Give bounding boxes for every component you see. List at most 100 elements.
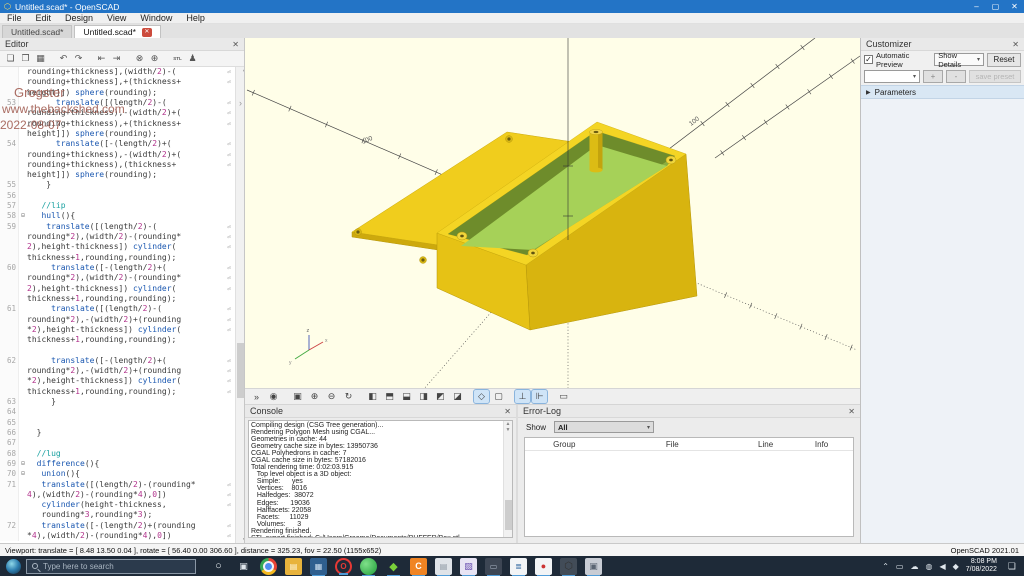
tray-display-icon[interactable]: ▭: [896, 562, 904, 571]
green-drop-app-icon[interactable]: ◆: [385, 558, 402, 575]
console-panel-title: Console: [250, 406, 283, 416]
print-icon[interactable]: ♟: [185, 52, 200, 65]
menu-file[interactable]: File: [0, 13, 29, 23]
calculator-icon[interactable]: ▦: [310, 558, 327, 575]
preview-icon[interactable]: »: [249, 390, 264, 403]
view-left-icon[interactable]: ◨: [416, 390, 431, 403]
preview-icon[interactable]: ⊗: [132, 52, 147, 65]
unindent-icon[interactable]: ⇤: [94, 52, 109, 65]
task-view-button[interactable]: ▣: [235, 558, 252, 575]
export-stl-icon[interactable]: STL: [170, 52, 185, 65]
tab-close-icon[interactable]: ✕: [142, 28, 152, 37]
add-preset-button[interactable]: +: [923, 70, 943, 83]
automatic-preview-checkbox[interactable]: ✓: [864, 55, 873, 64]
save-preset-button[interactable]: save preset: [969, 70, 1021, 83]
menu-view[interactable]: View: [100, 13, 133, 23]
tab-untitled-2[interactable]: Untitled.scad*✕: [74, 25, 160, 38]
splitter-collapse-icon[interactable]: ›: [239, 98, 242, 108]
view-all-icon[interactable]: ▭: [556, 390, 571, 403]
zoom-all-icon[interactable]: ▣: [290, 390, 305, 403]
fold-marker[interactable]: ⊟: [18, 211, 27, 221]
chrome-icon[interactable]: [260, 558, 277, 575]
chevron-down-icon: ▾: [977, 56, 980, 63]
show-axes-icon[interactable]: ⊥: [515, 390, 530, 403]
error-log-filter-select[interactable]: All ▾: [554, 421, 654, 433]
render-icon[interactable]: ⊕: [147, 52, 162, 65]
title-bar[interactable]: ⬡ Untitled.scad* - OpenSCAD – ▢ ✕: [0, 0, 1024, 13]
column-header-group[interactable]: Group: [525, 440, 604, 449]
zoom-out-icon[interactable]: ⊖: [324, 390, 339, 403]
console-scroll-thumb[interactable]: [505, 500, 512, 530]
taskbar-clock[interactable]: 8:08 PM 7/08/2022: [966, 558, 997, 574]
action-center-icon[interactable]: ❏: [1008, 561, 1016, 572]
reset-view-icon[interactable]: ↻: [341, 390, 356, 403]
tray-onedrive-icon[interactable]: ☁: [910, 562, 918, 571]
close-button[interactable]: ✕: [1005, 0, 1024, 13]
minimize-button[interactable]: –: [967, 0, 986, 13]
red-app-icon[interactable]: ●: [535, 558, 552, 575]
opera-icon[interactable]: O: [335, 558, 352, 575]
chip-app-icon[interactable]: ▣: [585, 558, 602, 575]
editor-scrollbar[interactable]: ▲ ▼: [235, 67, 244, 543]
tray-chevron-icon[interactable]: ⌃: [882, 562, 889, 571]
editor-scroll-thumb[interactable]: [237, 343, 244, 398]
view-top-icon[interactable]: ⬒: [382, 390, 397, 403]
menu-window[interactable]: Window: [133, 13, 179, 23]
code-editor[interactable]: Grogster www.thebackshed.com 2022-08-07 …: [0, 67, 244, 543]
redo-icon[interactable]: ↷: [71, 52, 86, 65]
view-front-icon[interactable]: ◩: [433, 390, 448, 403]
maximize-button[interactable]: ▢: [986, 0, 1005, 13]
view-right-icon[interactable]: ◧: [365, 390, 380, 403]
column-header-info[interactable]: Info: [790, 440, 853, 449]
reset-button[interactable]: Reset: [987, 53, 1021, 67]
save-icon[interactable]: ▦: [33, 52, 48, 65]
map-app-icon[interactable]: ▨: [460, 558, 477, 575]
new-file-icon[interactable]: ❏: [3, 52, 18, 65]
taskbar-search-input[interactable]: Type here to search: [26, 559, 196, 574]
undo-icon[interactable]: ↶: [56, 52, 71, 65]
preset-select[interactable]: ▾: [864, 70, 920, 83]
tab-untitled-1[interactable]: Untitled.scad*: [2, 25, 72, 38]
column-header-file[interactable]: File: [604, 440, 741, 449]
view-center-icon[interactable]: ▢: [491, 390, 506, 403]
console-scrollbar[interactable]: ▲ ▼: [503, 421, 512, 537]
menu-edit[interactable]: Edit: [29, 13, 59, 23]
remove-preset-button[interactable]: -: [946, 70, 966, 83]
fold-marker[interactable]: ⊟: [18, 459, 27, 469]
details-select[interactable]: Show Details ▾: [934, 53, 984, 66]
menu-design[interactable]: Design: [58, 13, 100, 23]
tray-volume-icon[interactable]: ◀: [939, 562, 945, 571]
parameters-section-header[interactable]: ▶ Parameters: [861, 85, 1024, 99]
console-close-icon[interactable]: ✕: [504, 407, 511, 416]
indent-icon[interactable]: ⇥: [109, 52, 124, 65]
line-number: [0, 284, 18, 294]
scroll-down-icon[interactable]: ▼: [506, 427, 511, 433]
remote-screen-app-icon[interactable]: ▭: [485, 558, 502, 575]
console-log[interactable]: Compiling design (CSG Tree generation)..…: [248, 420, 513, 538]
cortana-button[interactable]: ○: [210, 558, 227, 575]
editor-close-icon[interactable]: ✕: [232, 40, 239, 49]
view-bottom-icon[interactable]: ⬓: [399, 390, 414, 403]
view-back-icon[interactable]: ◪: [450, 390, 465, 403]
viewport-3d[interactable]: 100 100: [245, 38, 860, 388]
orange-c-app-icon[interactable]: C: [410, 558, 427, 575]
green-circle-app-icon[interactable]: ●: [360, 558, 377, 575]
column-header-line[interactable]: Line: [741, 440, 790, 449]
file-explorer-icon[interactable]: ▤: [285, 558, 302, 575]
view-diagonal-icon[interactable]: ◇: [474, 390, 489, 403]
zoom-in-icon[interactable]: ⊕: [307, 390, 322, 403]
notes-app-icon[interactable]: ▤: [435, 558, 452, 575]
render-icon[interactable]: ◉: [266, 390, 281, 403]
menu-help[interactable]: Help: [179, 13, 212, 23]
document-app-icon[interactable]: ≣: [510, 558, 527, 575]
show-scale-markers-icon[interactable]: ⊩: [532, 390, 547, 403]
error-log-close-icon[interactable]: ✕: [848, 407, 855, 416]
scroll-up-icon[interactable]: ▲: [240, 67, 244, 73]
fold-marker[interactable]: ⊟: [18, 469, 27, 479]
start-button[interactable]: [0, 559, 26, 574]
openscad-taskbar-icon[interactable]: ⬡: [560, 558, 577, 575]
open-file-icon[interactable]: ❐: [18, 52, 33, 65]
tray-network-icon[interactable]: ◍: [925, 562, 932, 571]
customizer-close-icon[interactable]: ✕: [1012, 40, 1019, 49]
tray-dropbox-icon[interactable]: ◆: [953, 562, 959, 571]
